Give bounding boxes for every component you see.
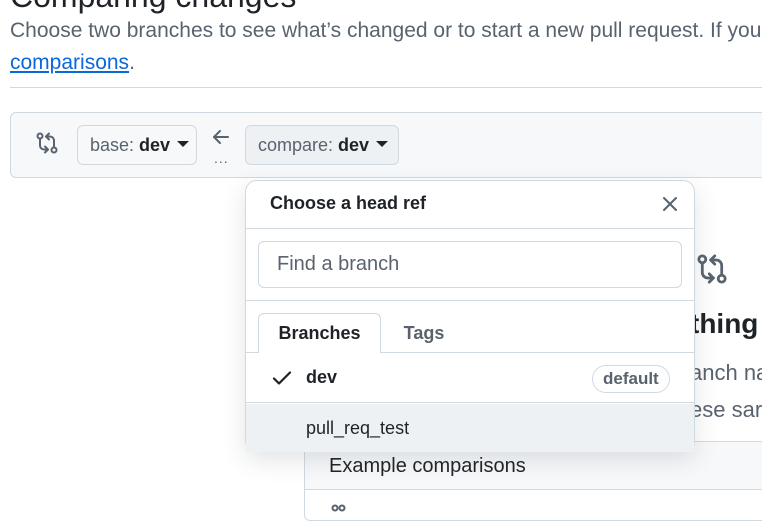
default-badge: default — [592, 365, 670, 393]
tab-branches[interactable]: Branches — [258, 313, 381, 353]
git-compare-icon — [697, 254, 727, 284]
chevron-down-icon — [376, 140, 389, 147]
example-comparisons-title: Example comparisons — [329, 455, 526, 477]
branch-name: dev — [306, 367, 338, 387]
blank-slate-text-line2: ese sar — [690, 397, 762, 422]
base-prefix: base: — [90, 134, 135, 155]
popover-divider — [246, 228, 694, 229]
branch-search-input[interactable] — [258, 241, 682, 288]
compare-prefix: compare: — [258, 134, 334, 155]
base-value: dev — [139, 134, 171, 155]
git-compare-icon — [36, 132, 58, 154]
comparisons-link[interactable]: comparisons — [10, 51, 129, 74]
close-icon[interactable] — [658, 192, 682, 216]
arrow-left-icon — [213, 130, 229, 144]
description-text: Choose two branches to see what’s change… — [10, 19, 762, 42]
popover-divider — [246, 300, 694, 301]
blank-slate-text-line1: anch na — [690, 360, 762, 385]
blank-slate-title: thing — [690, 308, 759, 339]
compare-value: dev — [338, 134, 370, 155]
tab-tags[interactable]: Tags — [392, 313, 456, 353]
ellipsis: ... — [214, 150, 229, 166]
compare-branch-button[interactable]: compare: dev — [245, 125, 399, 165]
branch-name: pull_req_test — [306, 418, 410, 438]
check-icon — [272, 371, 292, 385]
header-divider — [10, 87, 762, 88]
base-branch-button[interactable]: base: dev — [77, 125, 197, 165]
chevron-down-icon — [177, 140, 190, 147]
description-end: . — [129, 51, 135, 74]
git-commit-icon — [331, 504, 346, 512]
page-description: Choose two branches to see what’s change… — [10, 15, 761, 79]
page-title: Comparing changes — [10, 0, 296, 15]
popover-title: Choose a head ref — [270, 193, 427, 213]
